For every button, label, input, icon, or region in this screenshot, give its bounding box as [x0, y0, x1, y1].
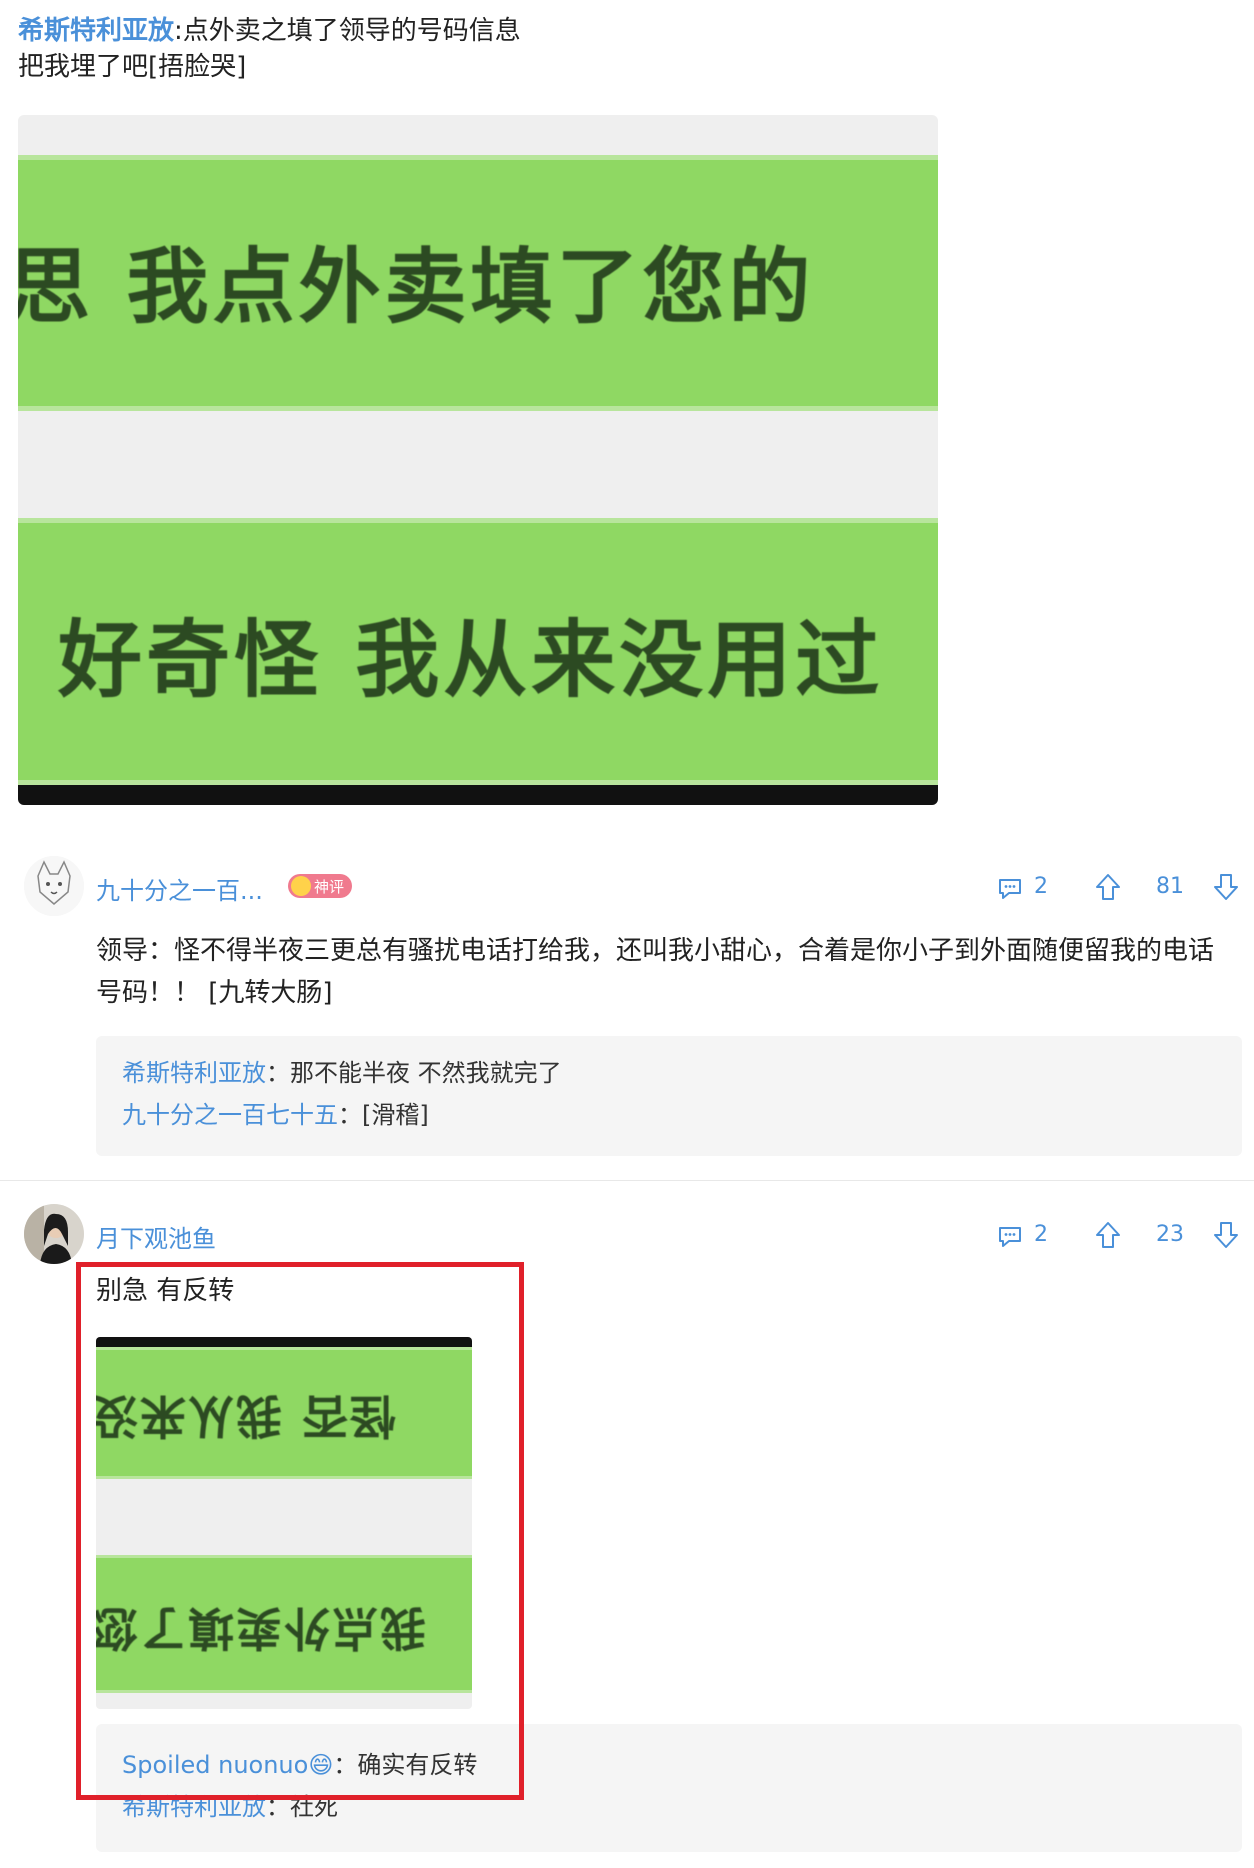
comment-divider — [0, 1180, 1254, 1181]
top-comment-badge: 神评 — [288, 874, 353, 898]
post-header: 希斯特利亚放:点外卖之填了领导的号码信息 — [18, 14, 521, 48]
upvote-icon[interactable] — [1094, 1220, 1122, 1255]
reply-text: ：[滑稽] — [338, 1101, 429, 1129]
upvote-count-1: 81 — [1156, 874, 1184, 899]
reply-item: 九十分之一百七十五：[滑稽] — [96, 1094, 1242, 1136]
downvote-icon[interactable] — [1212, 872, 1240, 907]
image-bottom-bar — [18, 785, 938, 805]
post-image-text-2: 好奇怪 我从来没用过 — [58, 611, 884, 709]
post-title: :点外卖之填了领导的号码信息 — [174, 16, 521, 46]
downvote-icon[interactable] — [1212, 1220, 1240, 1255]
smiley-icon — [291, 876, 311, 896]
reply-icon[interactable] — [996, 874, 1024, 907]
upvote-icon[interactable] — [1094, 872, 1122, 907]
commenter-name-2[interactable]: 月下观池鱼 — [96, 1219, 216, 1254]
reply-icon[interactable] — [996, 1222, 1024, 1255]
post-image[interactable]: 思 我点外卖填了您的 好奇怪 我从来没用过 — [18, 115, 938, 805]
reply-box-1[interactable]: 希斯特利亚放：那不能半夜 不然我就完了 九十分之一百七十五：[滑稽] — [96, 1036, 1242, 1156]
reply-count-1: 2 — [1034, 874, 1048, 899]
cartoon-fox-avatar-icon — [24, 856, 84, 916]
reply-count-2: 2 — [1034, 1222, 1048, 1247]
commenter-name-1[interactable]: 九十分之一百... — [96, 871, 263, 906]
reply-text: ：那不能半夜 不然我就完了 — [266, 1059, 562, 1087]
chat-bubble-bottom: 好奇怪 我从来没用过 — [18, 518, 938, 785]
commenter-avatar-1[interactable] — [24, 856, 84, 916]
comment-body-1: 领导：怪不得半夜三更总有骚扰电话打给我，还叫我小甜心，合着是你小子到外面随便留我… — [96, 936, 1215, 1008]
chat-bubble-top: 思 我点外卖填了您的 — [18, 155, 938, 411]
commenter-avatar-2[interactable] — [24, 1204, 84, 1264]
reply-author[interactable]: 希斯特利亚放 — [122, 1059, 266, 1087]
post-image-text-1: 思 我点外卖填了您的 — [18, 240, 815, 335]
highlight-frame — [76, 1262, 524, 1800]
post-body-text: 把我埋了吧[捂脸哭] — [18, 52, 247, 82]
person-photo-avatar-icon — [24, 1204, 84, 1264]
post-author-link[interactable]: 希斯特利亚放 — [18, 16, 174, 46]
reply-item: 希斯特利亚放：那不能半夜 不然我就完了 — [96, 1052, 1242, 1094]
reply-author[interactable]: 九十分之一百七十五 — [122, 1101, 338, 1129]
badge-label: 神评 — [314, 877, 345, 896]
upvote-count-2: 23 — [1156, 1222, 1184, 1247]
